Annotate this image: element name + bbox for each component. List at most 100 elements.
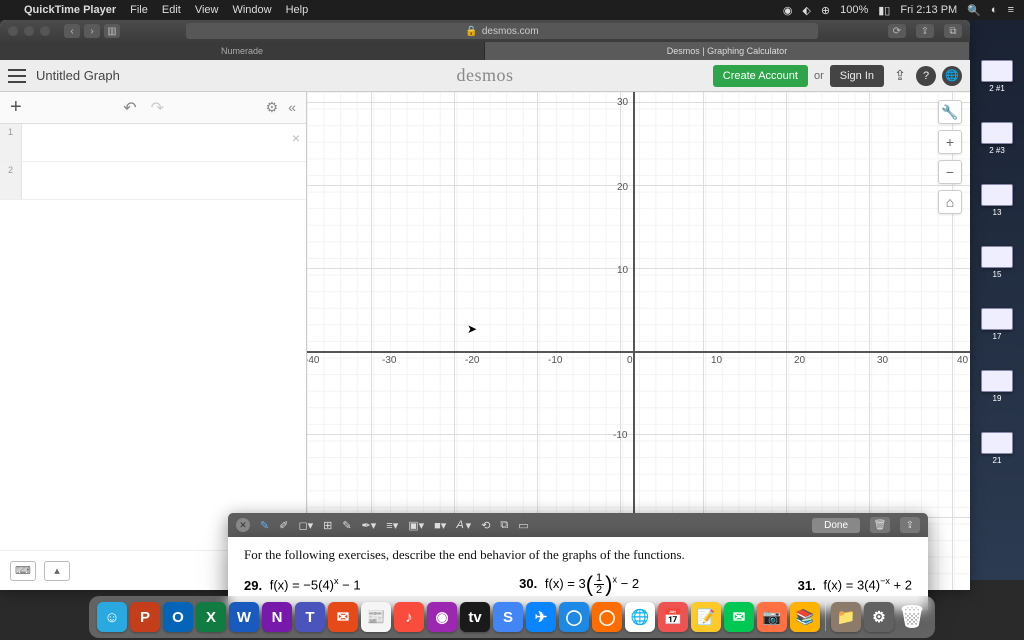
dock-app[interactable]: T — [295, 602, 325, 632]
dock-app[interactable]: tv — [460, 602, 490, 632]
desktop-thumb[interactable] — [981, 60, 1013, 82]
graph-title[interactable]: Untitled Graph — [36, 68, 120, 83]
dock-app[interactable]: ☺ — [97, 602, 127, 632]
close-icon[interactable]: ✕ — [236, 518, 250, 532]
border-icon[interactable]: ▣▾ — [408, 519, 424, 532]
expression-row-1[interactable]: 1 × — [0, 124, 306, 162]
dock-app[interactable]: 📰 — [361, 602, 391, 632]
share-graph-icon[interactable]: ⇪ — [890, 66, 910, 86]
home-icon[interactable]: ⌂ — [938, 190, 962, 214]
trash-icon[interactable]: 🗑 — [870, 517, 890, 533]
dock-app[interactable]: 📁 — [831, 602, 861, 632]
sign-icon[interactable]: ✒▾ — [362, 519, 377, 532]
desktop-thumb[interactable] — [981, 184, 1013, 206]
dock-app[interactable]: ♪ — [394, 602, 424, 632]
settings-gear-icon[interactable]: ⚙ — [266, 99, 279, 116]
dock-app[interactable]: 📷 — [757, 602, 787, 632]
dock-app[interactable]: ◯ — [559, 602, 589, 632]
dock-app[interactable]: ✉ — [724, 602, 754, 632]
tabs-icon[interactable]: ⧉ — [944, 24, 962, 38]
dock-app[interactable]: ◉ — [427, 602, 457, 632]
safari-tabstrip: Numerade Desmos | Graphing Calculator — [0, 42, 970, 60]
crop-icon[interactable]: ⧉ — [500, 519, 508, 532]
hamburger-icon[interactable] — [8, 69, 26, 83]
align-icon[interactable]: ≡▾ — [386, 519, 398, 532]
reload-icon[interactable]: ⟳ — [888, 24, 906, 38]
dock-trash-icon[interactable]: 🗑 — [897, 602, 927, 632]
dock-app[interactable]: W — [229, 602, 259, 632]
desktop-thumb[interactable] — [981, 432, 1013, 454]
tick-label: 30 — [877, 355, 888, 366]
done-button[interactable]: Done — [812, 518, 860, 533]
desktop-thumb[interactable] — [981, 370, 1013, 392]
language-icon[interactable]: 🌐 — [942, 66, 962, 86]
sidebar-icon[interactable]: ▥ — [104, 24, 120, 38]
text-icon[interactable]: ⊞ — [323, 519, 332, 532]
dock-app[interactable]: 📝 — [691, 602, 721, 632]
share-icon[interactable]: ⇪ — [916, 24, 934, 38]
dock-app[interactable]: S — [493, 602, 523, 632]
dock-app[interactable]: X — [196, 602, 226, 632]
tab-desmos[interactable]: Desmos | Graphing Calculator — [485, 42, 970, 60]
dropbox-icon[interactable]: ⬖ — [802, 4, 810, 17]
zoom-out-icon[interactable]: − — [938, 160, 962, 184]
rotate-icon[interactable]: ⟲ — [481, 519, 490, 532]
wifi-icon[interactable]: ⊕ — [821, 4, 830, 17]
shapes-icon[interactable]: ◻▾ — [298, 519, 313, 532]
dock-app[interactable]: P — [130, 602, 160, 632]
window-traffic-lights[interactable] — [8, 26, 50, 36]
note-icon[interactable]: ✎ — [342, 519, 351, 532]
desktop-thumb[interactable] — [981, 308, 1013, 330]
keyboard-icon[interactable]: ⌨ — [10, 561, 36, 581]
keyboard-toggle-icon[interactable]: ▴ — [44, 561, 70, 581]
menu-window[interactable]: Window — [232, 4, 271, 16]
menu-extra-icon[interactable]: ≡ — [1008, 4, 1014, 16]
dock-app[interactable]: ⚙ — [864, 602, 894, 632]
dock-app[interactable]: 📚 — [790, 602, 820, 632]
mask-icon[interactable]: ▭ — [518, 519, 528, 532]
tab-numerade[interactable]: Numerade — [0, 42, 485, 60]
delete-row-icon[interactable]: × — [292, 130, 300, 146]
collapse-panel-icon[interactable]: « — [288, 99, 296, 116]
fill-icon[interactable]: ■▾ — [434, 519, 446, 532]
dock-app[interactable]: ✉ — [328, 602, 358, 632]
x-axis — [307, 351, 970, 353]
pen-icon[interactable]: ✎ — [260, 519, 269, 532]
desktop-thumb[interactable] — [981, 122, 1013, 144]
url-bar[interactable]: 🔒 desmos.com — [186, 23, 818, 39]
create-account-button[interactable]: Create Account — [713, 65, 808, 87]
zoom-in-icon[interactable]: + — [938, 130, 962, 154]
record-icon[interactable]: ◉ — [783, 4, 793, 17]
tick-label: 20 — [617, 182, 628, 193]
tick-label: 40 — [957, 355, 968, 366]
dock-app[interactable]: ◯ — [592, 602, 622, 632]
share-markup-icon[interactable]: ⇪ — [900, 517, 920, 533]
dock-app[interactable]: ✈ — [526, 602, 556, 632]
desktop-thumb[interactable] — [981, 246, 1013, 268]
dock-separator — [825, 603, 826, 631]
menu-edit[interactable]: Edit — [162, 4, 181, 16]
undo-icon[interactable]: ↶ — [123, 98, 136, 118]
expression-toolbar: + ↶ ↷ ⚙ « — [0, 92, 306, 124]
dock-app[interactable]: O — [163, 602, 193, 632]
dock-app[interactable]: 🌐 — [625, 602, 655, 632]
wrench-icon[interactable]: 🔧 — [938, 100, 962, 124]
dock-app[interactable]: 📅 — [658, 602, 688, 632]
clock[interactable]: Fri 2:13 PM — [900, 4, 957, 16]
menubar-app[interactable]: QuickTime Player — [24, 4, 116, 16]
nav-back-icon[interactable]: ‹ — [64, 24, 80, 38]
font-icon[interactable]: A▾ — [456, 519, 471, 532]
battery-icon[interactable]: ▮▯ — [878, 4, 890, 17]
expression-row-2[interactable]: 2 — [0, 162, 306, 200]
dock-app[interactable]: N — [262, 602, 292, 632]
highlighter-icon[interactable]: ✐ — [279, 519, 288, 532]
siri-icon[interactable]: ◐ — [991, 4, 998, 16]
add-expression-icon[interactable]: + — [10, 96, 22, 119]
menu-view[interactable]: View — [195, 4, 219, 16]
menu-help[interactable]: Help — [286, 4, 309, 16]
menu-file[interactable]: File — [130, 4, 148, 16]
sign-in-button[interactable]: Sign In — [830, 65, 884, 87]
help-icon[interactable]: ? — [916, 66, 936, 86]
spotlight-icon[interactable]: 🔍 — [967, 4, 981, 17]
redo-icon[interactable]: ↷ — [151, 98, 164, 118]
